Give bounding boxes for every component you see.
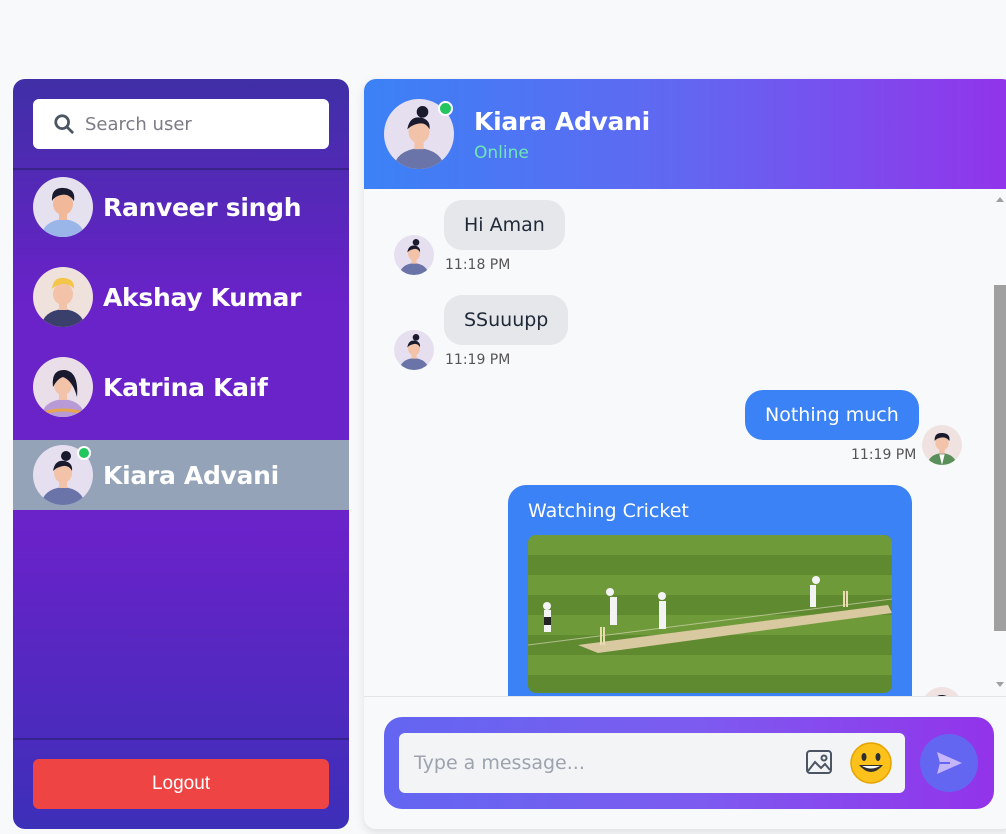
avatar bbox=[33, 357, 93, 417]
online-indicator bbox=[438, 101, 453, 116]
contact-name: Kiara Advani bbox=[103, 460, 279, 490]
chat-avatar bbox=[384, 99, 454, 169]
scroll-thumb[interactable] bbox=[994, 285, 1006, 631]
contact-name: Akshay Kumar bbox=[103, 282, 302, 312]
message-time: 11:19 PM bbox=[851, 447, 917, 463]
message-bubble-incoming: SSuuupp bbox=[444, 295, 569, 345]
message-bubble-image: Watching Cricket bbox=[508, 485, 912, 696]
message-list[interactable]: Hi Aman 11:18 PM SSuuupp 11:19 PM Nothin… bbox=[364, 189, 1006, 696]
image-caption: Watching Cricket bbox=[528, 500, 689, 522]
sender-avatar bbox=[394, 235, 434, 275]
divider bbox=[13, 738, 349, 740]
cricket-photo[interactable] bbox=[528, 535, 892, 693]
contact-item-akshay[interactable]: Akshay Kumar bbox=[13, 262, 349, 332]
message-field[interactable] bbox=[399, 733, 905, 793]
avatar bbox=[33, 445, 93, 505]
chat-header: Kiara Advani Online bbox=[364, 79, 1006, 189]
contact-name: Ranveer singh bbox=[103, 192, 302, 222]
message-composer bbox=[384, 717, 994, 809]
contact-name: Katrina Kaif bbox=[103, 372, 268, 402]
divider bbox=[13, 168, 349, 170]
sender-avatar bbox=[394, 330, 434, 370]
contact-item-ranveer[interactable]: Ranveer singh bbox=[13, 172, 349, 242]
contact-item-katrina[interactable]: Katrina Kaif bbox=[13, 352, 349, 422]
contact-item-kiara[interactable]: Kiara Advani bbox=[13, 440, 349, 510]
online-indicator bbox=[77, 446, 91, 460]
scroll-up-arrow-icon[interactable] bbox=[996, 197, 1004, 202]
avatar bbox=[33, 267, 93, 327]
message-bubble-incoming: Hi Aman bbox=[444, 200, 565, 250]
send-icon bbox=[937, 752, 962, 774]
search-box[interactable] bbox=[33, 99, 329, 149]
chat-panel: Kiara Advani Online Hi Aman 11:18 PM SSu… bbox=[364, 79, 1006, 829]
avatar bbox=[33, 177, 93, 237]
image-icon[interactable] bbox=[805, 749, 833, 775]
scroll-down-arrow-icon[interactable] bbox=[996, 682, 1004, 687]
search-icon bbox=[54, 114, 74, 134]
message-bubble-outgoing: Nothing much bbox=[745, 390, 919, 440]
message-time: 11:19 PM bbox=[445, 352, 511, 368]
divider bbox=[364, 696, 1006, 697]
sender-avatar bbox=[922, 687, 962, 696]
chat-contact-status: Online bbox=[474, 143, 529, 163]
sidebar: Ranveer singh Akshay Kumar Katrina Kaif … bbox=[13, 79, 349, 829]
sender-avatar bbox=[922, 425, 962, 465]
chat-contact-name: Kiara Advani bbox=[474, 107, 650, 136]
messages-scrollbar[interactable] bbox=[994, 189, 1006, 696]
message-time: 11:18 PM bbox=[445, 257, 511, 273]
message-input[interactable] bbox=[414, 752, 794, 774]
send-button[interactable] bbox=[920, 734, 978, 792]
search-input[interactable] bbox=[85, 113, 305, 135]
emoji-icon[interactable] bbox=[849, 741, 893, 785]
logout-button[interactable]: Logout bbox=[33, 759, 329, 809]
